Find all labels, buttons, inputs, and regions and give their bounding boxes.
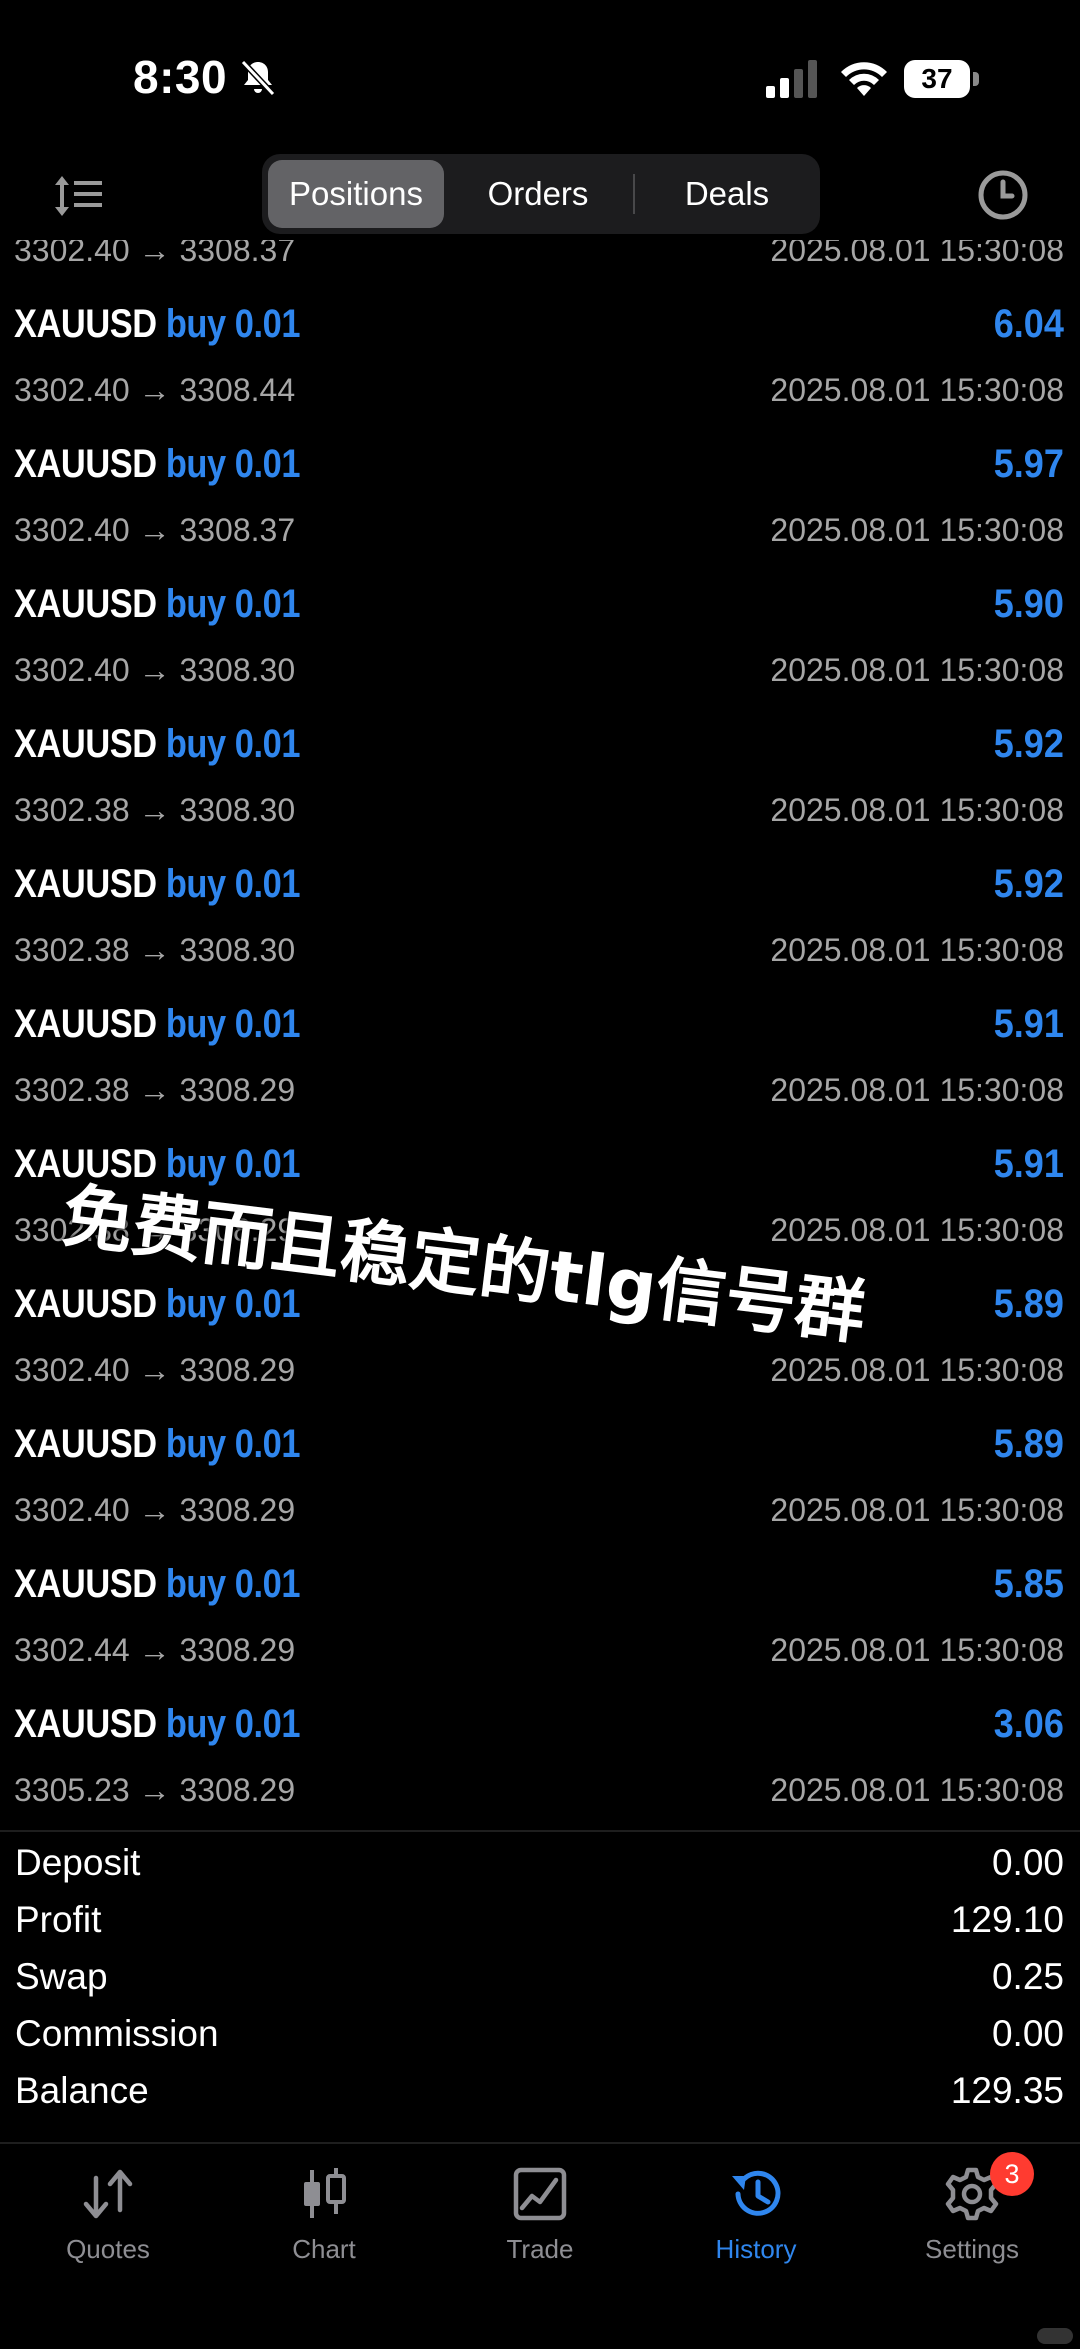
tab-deals[interactable]: Deals	[640, 160, 814, 228]
summary-value: 0.00	[991, 1842, 1064, 1883]
tab-positions[interactable]: Positions	[268, 160, 444, 228]
list-item[interactable]: XAUUSD buy 0.01 5.92 3302.38 → 3308.30 2…	[0, 800, 1080, 968]
deals-list[interactable]: 3302.40 → 3308.37 2025.08.01 15:30:08 XA…	[0, 240, 1080, 1830]
account-summary: Deposit 0.00 Profit 129.10 Swap 0.25 Com…	[0, 1830, 1080, 2144]
wifi-icon	[841, 62, 887, 96]
row-time: 2025.08.01 15:30:08	[770, 1772, 1064, 1808]
bell-muted-icon	[240, 59, 276, 97]
tab-label: Quotes	[66, 2234, 150, 2264]
row-side: buy 0.01	[165, 1702, 301, 1746]
row-profit: 5.91	[993, 1142, 1064, 1186]
list-item[interactable]: XAUUSD buy 0.01 3.06 3305.23 → 3308.29 2…	[0, 1640, 1080, 1808]
row-profit: 6.04	[993, 302, 1064, 346]
row-side: buy 0.01	[165, 1002, 301, 1046]
tab-label: Trade	[506, 2234, 574, 2264]
summary-row-deposit: Deposit 0.00	[0, 1834, 1080, 1891]
row-profit: 5.92	[993, 862, 1064, 906]
row-side: buy 0.01	[165, 722, 301, 766]
list-item[interactable]: XAUUSD buy 0.01 5.97 3302.40 → 3308.37 2…	[0, 380, 1080, 548]
quotes-arrows-icon	[83, 2169, 133, 2219]
summary-value: 0.00	[991, 2013, 1064, 2054]
trade-chart-icon	[513, 2167, 567, 2221]
tab-orders[interactable]: Orders	[450, 160, 626, 228]
cellular-signal-icon	[766, 60, 817, 98]
summary-row-balance: Balance 129.35	[0, 2062, 1080, 2119]
list-item[interactable]: XAUUSD buy 0.01 6.04 3302.40 → 3308.44 2…	[0, 240, 1080, 408]
row-symbol: XAUUSD buy 0.01	[14, 302, 301, 346]
row-side: buy 0.01	[165, 582, 301, 626]
segmented-control: Positions Orders Deals	[262, 154, 820, 234]
row-side: buy 0.01	[165, 1422, 301, 1466]
summary-value: 0.25	[991, 1956, 1064, 1997]
segment-divider	[633, 174, 635, 214]
top-toolbar: Positions Orders Deals	[0, 150, 1080, 240]
status-bar: 8:30 37	[0, 0, 1080, 150]
summary-label: Profit	[15, 1899, 102, 1940]
row-symbol: XAUUSD buy 0.01	[14, 1702, 301, 1746]
summary-row-swap: Swap 0.25	[0, 1948, 1080, 2005]
row-profit: 5.90	[993, 582, 1064, 626]
row-side: buy 0.01	[165, 1562, 301, 1606]
tab-label: History	[715, 2234, 797, 2264]
corner-mark	[1037, 2328, 1073, 2344]
summary-label: Balance	[15, 2070, 149, 2111]
tab-history[interactable]: History	[648, 2144, 864, 2304]
row-symbol: XAUUSD buy 0.01	[14, 1422, 301, 1466]
row-symbol: XAUUSD buy 0.01	[14, 1562, 301, 1606]
row-side: buy 0.01	[165, 862, 301, 906]
battery-level: 37	[921, 63, 953, 94]
summary-value: 129.10	[950, 1899, 1064, 1940]
summary-value: 129.35	[950, 2070, 1064, 2111]
tab-label: Chart	[292, 2234, 356, 2264]
row-prices: 3305.23 → 3308.29	[14, 1772, 296, 1808]
row-symbol: XAUUSD buy 0.01	[14, 442, 301, 486]
row-profit: 5.85	[993, 1562, 1064, 1606]
list-item[interactable]: XAUUSD buy 0.01 5.89 3302.40 → 3308.29 2…	[0, 1360, 1080, 1528]
tab-chart[interactable]: Chart	[216, 2144, 432, 2304]
row-symbol: XAUUSD buy 0.01	[14, 722, 301, 766]
row-symbol: XAUUSD buy 0.01	[14, 1282, 301, 1326]
list-item[interactable]: XAUUSD buy 0.01 5.90 3302.40 → 3308.30 2…	[0, 520, 1080, 688]
tab-quotes[interactable]: Quotes	[0, 2144, 216, 2304]
tab-trade[interactable]: Trade	[432, 2144, 648, 2304]
list-item[interactable]: XAUUSD buy 0.01 5.92 3302.38 → 3308.30 2…	[0, 660, 1080, 828]
row-profit: 5.97	[993, 442, 1064, 486]
list-item[interactable]: XAUUSD buy 0.01 5.91 3302.38 → 3308.29 2…	[0, 940, 1080, 1108]
row-side: buy 0.01	[165, 302, 301, 346]
candlestick-icon	[304, 2168, 346, 2218]
tab-settings[interactable]: 3 Settings	[864, 2144, 1080, 2304]
row-profit: 5.92	[993, 722, 1064, 766]
row-symbol: XAUUSD buy 0.01	[14, 582, 301, 626]
summary-label: Deposit	[15, 1842, 141, 1883]
row-profit: 3.06	[993, 1702, 1064, 1746]
notification-badge: 3	[990, 2152, 1034, 2196]
row-symbol: XAUUSD buy 0.01	[14, 1002, 301, 1046]
summary-row-profit: Profit 129.10	[0, 1891, 1080, 1948]
row-symbol: XAUUSD buy 0.01	[14, 862, 301, 906]
row-profit: 5.89	[993, 1282, 1064, 1326]
list-item[interactable]: XAUUSD buy 0.01 5.85 3302.44 → 3308.29 2…	[0, 1500, 1080, 1668]
row-profit: 5.91	[993, 1002, 1064, 1046]
summary-label: Swap	[15, 1956, 108, 1997]
status-time: 8:30	[133, 51, 228, 103]
clock-icon[interactable]	[976, 168, 1030, 222]
battery-indicator: 37	[904, 60, 980, 98]
history-clock-icon	[732, 2170, 781, 2216]
summary-label: Commission	[15, 2013, 219, 2054]
bottom-tab-bar: Quotes Chart Trade History 3 Settings	[0, 2142, 1080, 2349]
summary-row-commission: Commission 0.00	[0, 2005, 1080, 2062]
row-side: buy 0.01	[165, 1282, 301, 1326]
row-profit: 5.89	[993, 1422, 1064, 1466]
tab-label: Settings	[925, 2234, 1019, 2264]
row-side: buy 0.01	[165, 442, 301, 486]
sort-icon[interactable]	[52, 172, 104, 220]
